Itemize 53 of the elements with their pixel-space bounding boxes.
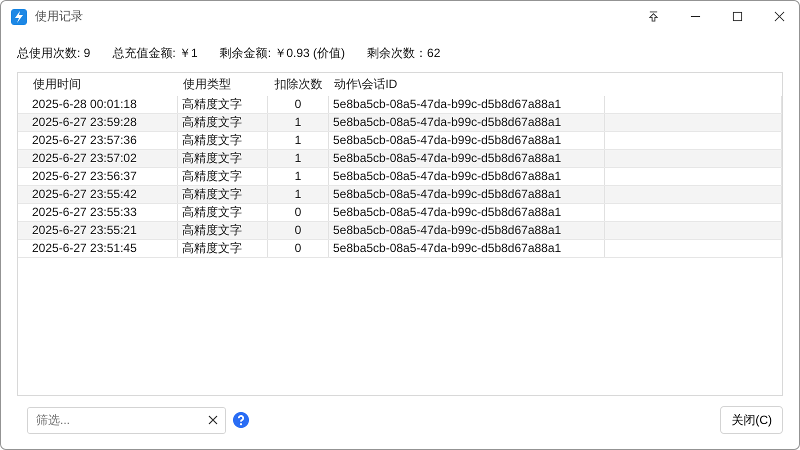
table-cell: 高精度文字 [178,222,268,239]
table-cell: 2025-6-27 23:51:45 [28,240,178,257]
table-cell: 高精度文字 [178,96,268,113]
table-cell: 2025-6-27 23:56:37 [28,168,178,185]
table-cell: 高精度文字 [178,168,268,185]
table-cell: 高精度文字 [178,204,268,221]
pin-icon[interactable] [648,11,659,22]
stat-label: 总充值金额: ￥1 [112,45,198,62]
table-cell: 0 [268,222,329,239]
table-cell: 5e8ba5cb-08a5-47da-b99c-d5b8d67a88a1 [329,222,605,239]
table-cell: 5e8ba5cb-08a5-47da-b99c-d5b8d67a88a1 [329,132,605,149]
column-header[interactable]: 使用类型 [178,76,268,93]
table-cell: 0 [268,96,329,113]
column-header[interactable]: 扣除次数 [268,76,329,93]
close-icon[interactable] [774,11,785,22]
table-cell: 0 [268,204,329,221]
table-cell: 高精度文字 [178,114,268,131]
table-cell: 5e8ba5cb-08a5-47da-b99c-d5b8d67a88a1 [329,150,605,167]
table-cell: 高精度文字 [178,132,268,149]
filter-field[interactable]: 筛选... [27,406,226,434]
clear-icon[interactable] [208,414,218,424]
table-cell: 1 [268,186,329,203]
maximize-icon[interactable] [732,11,743,22]
table-cell: 2025-6-27 23:57:02 [28,150,178,167]
table-cell: 1 [268,114,329,131]
table-cell: 1 [268,150,329,167]
stat-label: 剩余次数：62 [367,45,440,62]
stat-label: 剩余金额: ￥0.93 (价值) [220,45,346,62]
table-cell: 5e8ba5cb-08a5-47da-b99c-d5b8d67a88a1 [329,168,605,185]
table-cell: 1 [268,168,329,185]
table-cell: 高精度文字 [178,240,268,257]
table-cell: 2025-6-27 23:57:36 [28,132,178,149]
table-cell: 5e8ba5cb-08a5-47da-b99c-d5b8d67a88a1 [329,186,605,203]
table-cell: 5e8ba5cb-08a5-47da-b99c-d5b8d67a88a1 [329,204,605,221]
table-cell: 5e8ba5cb-08a5-47da-b99c-d5b8d67a88a1 [329,96,605,113]
table-cell: 高精度文字 [178,150,268,167]
help-icon[interactable] [233,412,249,428]
stat-label: 总使用次数: 9 [17,45,90,62]
table-cell: 2025-6-28 00:01:18 [28,96,178,113]
close-button[interactable]: 关闭(C) [720,406,783,434]
column-header[interactable]: 动作\会话ID [329,76,605,93]
table-cell: 0 [268,240,329,257]
table-cell: 1 [268,132,329,149]
table-cell: 2025-6-27 23:55:21 [28,222,178,239]
app-logo-icon [11,8,27,24]
window-title: 使用记录 [35,8,83,25]
table-cell: 2025-6-27 23:55:33 [28,204,178,221]
table-cell: 5e8ba5cb-08a5-47da-b99c-d5b8d67a88a1 [329,114,605,131]
table-cell: 2025-6-27 23:55:42 [28,186,178,203]
table-cell: 5e8ba5cb-08a5-47da-b99c-d5b8d67a88a1 [329,240,605,257]
column-header[interactable]: 使用时间 [28,76,178,93]
table-cell: 2025-6-27 23:59:28 [28,114,178,131]
table-cell: 高精度文字 [178,186,268,203]
